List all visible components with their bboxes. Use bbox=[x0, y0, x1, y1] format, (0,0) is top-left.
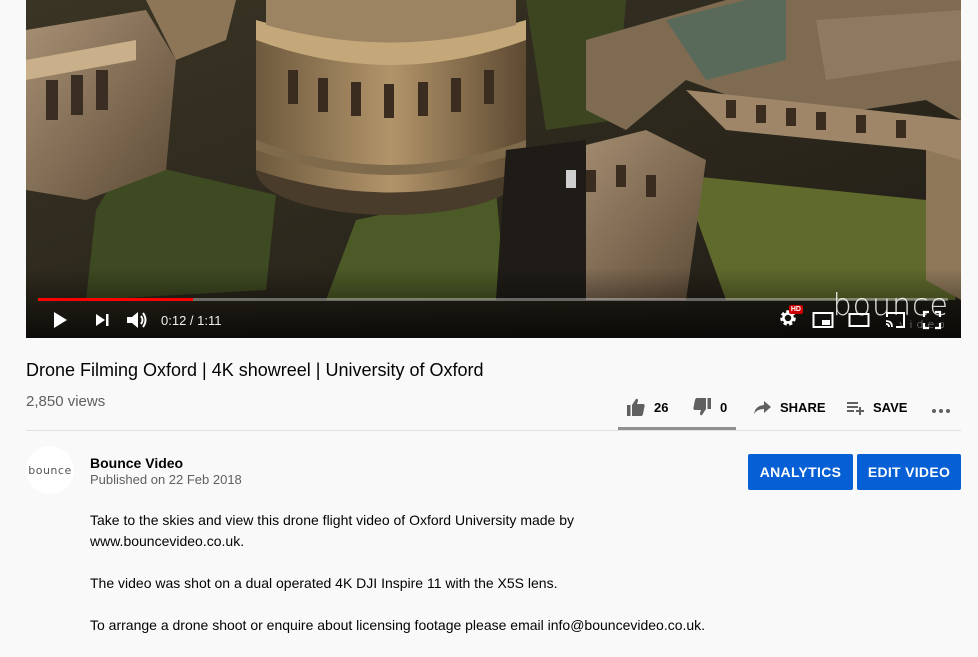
channel-avatar[interactable]: bounce bbox=[26, 446, 74, 494]
time-display: 0:12 / 1:11 bbox=[161, 312, 222, 328]
more-actions-button[interactable] bbox=[930, 392, 952, 422]
analytics-button[interactable]: ANALYTICS bbox=[748, 454, 853, 490]
like-button[interactable]: 26 bbox=[626, 392, 668, 422]
play-button[interactable] bbox=[48, 308, 72, 332]
next-button[interactable] bbox=[90, 308, 114, 332]
view-count: 2,850 views bbox=[26, 393, 106, 410]
thumbs-up-icon bbox=[627, 398, 645, 416]
watermark-subtext: video bbox=[898, 318, 949, 331]
edit-video-button[interactable]: EDIT VIDEO bbox=[857, 454, 961, 490]
playlist-add-icon bbox=[847, 402, 864, 415]
volume-button[interactable] bbox=[124, 308, 150, 332]
description-paragraph: Take to the skies and view this drone fl… bbox=[90, 512, 575, 549]
video-title: Drone Filming Oxford | 4K showreel | Uni… bbox=[26, 360, 484, 380]
dislike-count: 0 bbox=[720, 399, 728, 415]
video-player[interactable]: 0:12 / 1:11 HD bounce video bbox=[26, 0, 961, 338]
video-description: Take to the skies and view this drone fl… bbox=[90, 510, 730, 657]
dislike-button[interactable]: 0 bbox=[692, 392, 727, 422]
share-icon bbox=[754, 401, 771, 414]
avatar-logo-text: bounce bbox=[28, 463, 72, 477]
play-icon bbox=[54, 312, 67, 328]
share-label: SHARE bbox=[780, 399, 826, 415]
share-button[interactable]: SHARE bbox=[752, 392, 826, 422]
divider bbox=[26, 430, 961, 431]
settings-button[interactable]: HD bbox=[776, 304, 803, 332]
channel-name[interactable]: Bounce Video bbox=[90, 455, 183, 471]
save-button[interactable]: SAVE bbox=[845, 392, 907, 422]
skip-next-icon bbox=[96, 314, 109, 326]
hd-badge: HD bbox=[788, 304, 803, 314]
like-count: 26 bbox=[654, 399, 669, 415]
progress-played bbox=[38, 298, 193, 301]
publish-date: Published on 22 Feb 2018 bbox=[90, 472, 242, 487]
miniplayer-icon bbox=[812, 312, 834, 328]
channel-watermark[interactable]: bounce video bbox=[833, 288, 949, 331]
progress-bar[interactable] bbox=[38, 298, 948, 301]
volume-icon bbox=[127, 312, 147, 328]
thumbs-down-icon bbox=[693, 398, 711, 416]
description-paragraph: The video was shot on a dual operated 4K… bbox=[90, 575, 558, 591]
description-paragraph: To arrange a drone shoot or enquire abou… bbox=[90, 617, 706, 633]
more-horizontal-icon bbox=[932, 409, 950, 413]
save-label: SAVE bbox=[873, 399, 908, 415]
